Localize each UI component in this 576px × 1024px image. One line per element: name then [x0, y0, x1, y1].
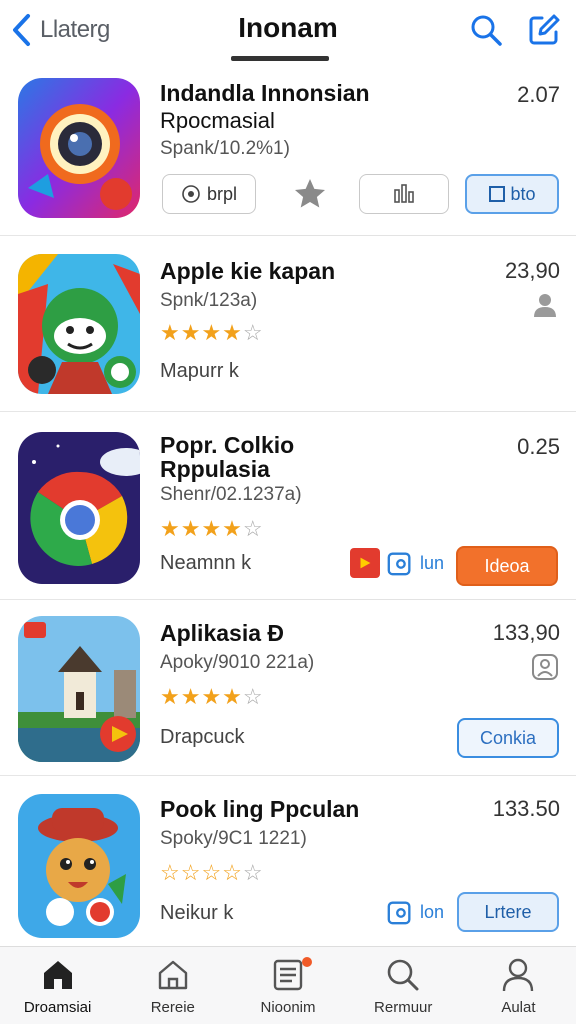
app-name-line2: Rppulasia — [160, 456, 270, 482]
share-icon — [387, 552, 411, 576]
list-item[interactable]: Pook ling Ppculan Spoky/9C1 1221) 133.50… — [0, 776, 576, 944]
app-price: 133.50 — [492, 796, 560, 821]
app-icon — [18, 254, 140, 394]
rating-stars: ☆☆☆☆☆ — [160, 860, 264, 885]
app-meta: Neamnn k — [160, 552, 252, 574]
app-subtitle: Spnk/123a) — [160, 290, 258, 311]
app-price: 2.07 — [517, 82, 560, 107]
share-icon — [387, 901, 411, 925]
list-item[interactable]: Popr. Colkio Rppulasia Shenr/02.1237a) 0… — [0, 412, 576, 600]
app-price: 23,90 — [504, 258, 560, 283]
rating-stars: ★★★★☆ — [160, 320, 264, 345]
install-label: Conkia — [479, 727, 537, 748]
person-icon — [534, 294, 556, 317]
list-item[interactable]: Indandla Innonsian Rpocmasial Spank/10.2… — [0, 66, 576, 236]
app-icon — [18, 78, 140, 218]
star-icon — [295, 179, 325, 208]
get-label: Ideoa — [484, 555, 530, 576]
favorite-button[interactable] — [290, 174, 330, 214]
list-item[interactable]: Aplikasia Ð Apoky/9010 221a) 133,90 ★★★★… — [0, 600, 576, 776]
profile-button[interactable] — [530, 652, 560, 682]
tab-account[interactable]: Aulat — [461, 947, 576, 1024]
app-meta: Drapcuck — [160, 726, 245, 748]
app-price: 133,90 — [492, 620, 560, 645]
tab-updates[interactable]: Nioonim — [230, 947, 345, 1024]
open-button[interactable]: bto — [465, 174, 559, 214]
top-bar: Llaterg Inonam — [0, 0, 576, 66]
share-button[interactable]: lun — [386, 546, 446, 580]
preview-label: brpl — [206, 183, 237, 204]
video-button[interactable] — [350, 548, 380, 578]
share-button[interactable]: lon — [386, 894, 452, 930]
app-subtitle: Spoky/9C1 1221) — [160, 828, 307, 849]
square-icon — [489, 186, 506, 202]
open-label: bto — [510, 183, 536, 204]
tab-label: Droamsiai — [23, 999, 92, 1016]
app-name: Pook ling Ppculan — [160, 796, 360, 822]
home-icon — [43, 961, 72, 989]
list-item[interactable]: Apple kie kapan Spnk/123a) 23,90 ★★★★☆ M… — [0, 236, 576, 412]
tab-explore[interactable]: Rereie — [115, 947, 230, 1024]
title-underline — [231, 56, 329, 61]
share-label: lun — [420, 552, 445, 573]
app-name: Popr. Colkio — [160, 432, 295, 458]
tab-search[interactable]: Rermuur — [346, 947, 461, 1024]
profile-button[interactable] — [530, 290, 560, 320]
app-name: Aplikasia Ð — [160, 620, 284, 646]
notification-dot — [301, 957, 312, 967]
compose-button[interactable] — [526, 12, 562, 48]
tab-label: Nioonim — [260, 999, 316, 1016]
chart-icon — [394, 184, 414, 203]
update-button[interactable]: Lrtere — [457, 892, 559, 932]
app-name: Indandla Innonsian — [160, 80, 370, 106]
update-label: Lrtere — [484, 901, 532, 922]
install-button[interactable]: Conkia — [457, 718, 559, 758]
app-price: 0.25 — [517, 434, 560, 459]
app-list: Indandla Innonsian Rpocmasial Spank/10.2… — [0, 66, 576, 944]
tab-label: Rermuur — [374, 999, 433, 1016]
app-subtitle: Spank/10.2%1) — [160, 138, 290, 159]
app-icon — [18, 794, 140, 938]
house-outline-icon — [158, 960, 187, 990]
app-meta: Neikur k — [160, 902, 234, 924]
search-button[interactable] — [468, 12, 504, 48]
app-subtitle: Apoky/9010 221a) — [160, 652, 315, 673]
person-icon — [503, 958, 534, 992]
search-icon — [471, 15, 502, 46]
app-meta: Mapurr k — [160, 360, 239, 382]
compose-icon — [529, 14, 560, 45]
stats-button[interactable] — [359, 174, 449, 214]
app-icon — [18, 616, 140, 762]
rating-stars: ★★★★☆ — [160, 516, 264, 541]
app-name: Apple kie kapan — [160, 258, 336, 284]
preview-button[interactable]: brpl — [162, 174, 256, 214]
share-label: lon — [420, 901, 445, 922]
search-icon — [387, 959, 419, 991]
app-subtitle: Shenr/02.1237a) — [160, 484, 302, 505]
tab-label: Aulat — [501, 999, 536, 1016]
app-name-line2: Rpocmasial — [160, 108, 275, 133]
play-icon — [360, 557, 371, 569]
rating-stars: ★★★★☆ — [160, 684, 264, 709]
app-icon — [18, 432, 140, 584]
tab-home[interactable]: Droamsiai — [0, 947, 115, 1024]
tab-bar: Droamsiai Rereie Nioonim Rermuur Aulat — [0, 946, 576, 1024]
tab-label: Rereie — [150, 999, 195, 1016]
record-icon — [182, 185, 200, 203]
person-icon — [532, 654, 558, 680]
get-button[interactable]: Ideoa — [456, 546, 558, 586]
